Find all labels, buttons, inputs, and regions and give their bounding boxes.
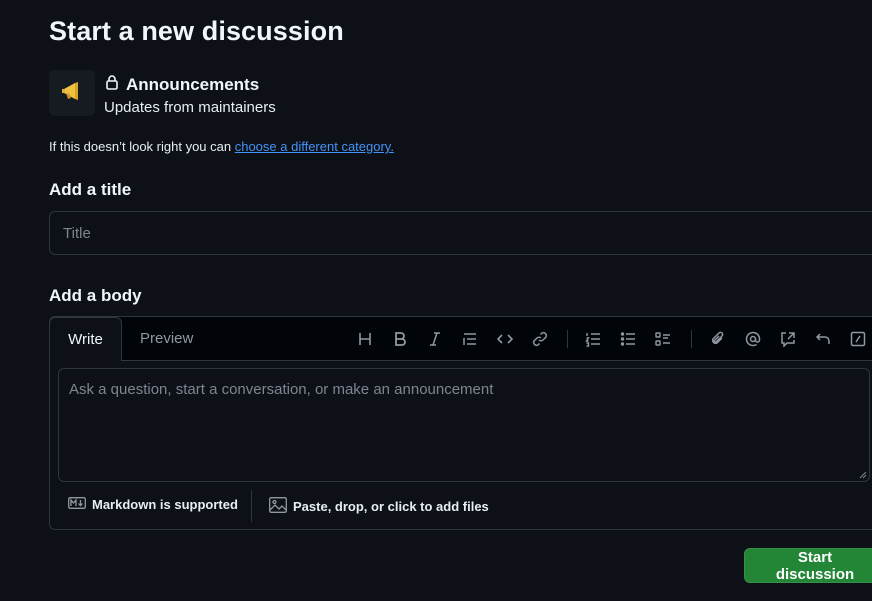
title-section-label: Add a title [49,180,132,199]
task-list-icon[interactable] [653,329,673,349]
markdown-note[interactable]: Markdown is supported [68,497,238,512]
category-description: Updates from maintainers [104,99,276,116]
editor-header: Write Preview [49,317,872,361]
title-input[interactable] [49,211,872,255]
markdown-editor: Write Preview Ask a question, start a co… [49,316,872,530]
attach-files[interactable]: Paste, drop, or click to add files [269,497,489,516]
body-section-label: Add a body [49,286,142,305]
lock-icon [104,74,120,95]
attach-icon[interactable] [708,329,728,349]
code-icon[interactable] [495,329,515,349]
numbered-list-icon[interactable] [583,329,603,349]
category-emoji-box [49,70,95,116]
mention-icon[interactable] [743,329,763,349]
tab-preview[interactable]: Preview [140,317,193,360]
category-hint-text: If this doesn’t look right you can [49,139,235,154]
reference-icon[interactable] [778,329,798,349]
tab-write[interactable]: Write [49,317,122,361]
italic-icon[interactable] [425,329,445,349]
quote-icon[interactable] [460,329,480,349]
change-category-link[interactable]: choose a different category. [235,139,394,154]
heading-icon[interactable] [355,329,375,349]
toolbar-divider [567,330,568,348]
category-hint: If this doesn’t look right you can choos… [49,139,394,154]
attach-files-label: Paste, drop, or click to add files [293,499,489,514]
megaphone-icon [59,78,85,109]
link-icon[interactable] [530,329,550,349]
footer-divider [251,490,252,522]
markdown-note-label: Markdown is supported [92,497,238,512]
bold-icon[interactable] [390,329,410,349]
markdown-icon [68,497,86,512]
unordered-list-icon[interactable] [618,329,638,349]
toolbar-divider [691,330,692,348]
start-discussion-button[interactable]: Start discussion [744,548,872,583]
slash-command-icon[interactable] [848,329,868,349]
category-name: Announcements [126,74,260,94]
resize-handle-icon[interactable] [859,471,867,479]
undo-icon[interactable] [813,329,833,349]
body-textarea[interactable] [58,368,870,482]
image-icon [269,497,287,516]
page-title: Start a new discussion [49,16,344,46]
category-header: Announcements [104,74,259,95]
